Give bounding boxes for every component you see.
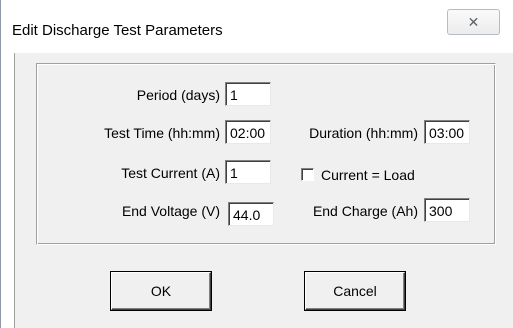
current-equals-load-checkbox[interactable] bbox=[301, 168, 314, 181]
test-time-label: Test Time (hh:mm) bbox=[104, 125, 220, 141]
test-time-input[interactable] bbox=[225, 120, 271, 144]
period-input[interactable] bbox=[225, 82, 271, 106]
duration-label: Duration (hh:mm) bbox=[309, 125, 418, 141]
period-label: Period (days) bbox=[136, 87, 220, 103]
dialog-body: Period (days) Test Time (hh:mm) Duration… bbox=[14, 53, 513, 328]
dialog-title: Edit Discharge Test Parameters bbox=[12, 22, 223, 39]
title-bar[interactable]: Edit Discharge Test Parameters ✕ bbox=[1, 0, 513, 56]
test-current-label: Test Current (A) bbox=[121, 165, 220, 181]
end-charge-label: End Charge (Ah) bbox=[312, 203, 418, 219]
current-equals-load-label[interactable]: Current = Load bbox=[321, 167, 415, 183]
end-voltage-label: End Voltage (V) bbox=[121, 203, 220, 219]
duration-input[interactable] bbox=[424, 120, 470, 144]
test-current-input[interactable] bbox=[225, 160, 271, 184]
end-voltage-input[interactable] bbox=[228, 202, 274, 226]
end-charge-input[interactable] bbox=[424, 198, 470, 222]
close-icon: ✕ bbox=[467, 14, 480, 30]
parameters-group: Period (days) Test Time (hh:mm) Duration… bbox=[36, 63, 496, 245]
dialog-window: Edit Discharge Test Parameters ✕ Period … bbox=[0, 0, 513, 328]
cancel-button[interactable]: Cancel bbox=[305, 272, 405, 310]
close-button[interactable]: ✕ bbox=[447, 9, 500, 35]
ok-button[interactable]: OK bbox=[111, 272, 211, 310]
